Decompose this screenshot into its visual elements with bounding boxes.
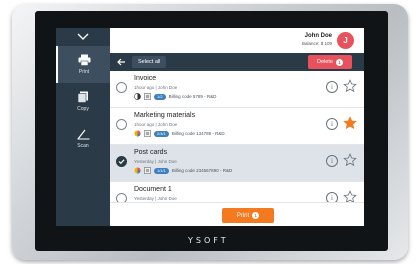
user-bar: John Doe Balance: $ 109 J	[110, 28, 364, 53]
color-icon	[134, 167, 141, 174]
avatar[interactable]: J	[337, 32, 354, 49]
sidebar-item-label: Copy	[77, 106, 89, 112]
document-title: Document 1	[134, 186, 172, 193]
star-outline-icon[interactable]	[343, 79, 357, 93]
duplex-icon	[144, 130, 151, 137]
sidebar: Print Copy Scan	[56, 28, 110, 226]
arrow-left-icon	[116, 58, 125, 66]
star-outline-icon[interactable]	[343, 153, 357, 167]
user-name: John Doe	[304, 33, 332, 39]
billing-code: Billing code 134789 - R&D	[171, 131, 225, 136]
info-button[interactable]: i	[326, 81, 338, 93]
sidebar-item-label: Print	[78, 69, 90, 75]
delete-button[interactable]: Delete 1	[308, 55, 352, 69]
duplex-icon	[144, 167, 151, 174]
document-options: 1/1/1 Billing code 234567890 - R&D	[134, 167, 232, 174]
info-button[interactable]: i	[326, 155, 338, 167]
terminal-screen: Print Copy Scan John Doe Balance: $ 109 …	[56, 28, 364, 226]
document-meta: 1hour ago | John Doe	[134, 122, 178, 127]
list-item[interactable]: Invoice 1hour ago | John Doe 1/2 Billing…	[110, 71, 364, 108]
brand-logo: YSOFT	[188, 236, 229, 245]
toolbar: Select all Delete 1	[110, 53, 364, 71]
document-title: Post cards	[134, 149, 168, 156]
print-count-badge: 1	[252, 212, 260, 219]
info-button[interactable]: i	[326, 118, 338, 130]
sidebar-item-print[interactable]: Print	[56, 46, 110, 83]
bw-color-icon	[134, 93, 141, 100]
chevron-down-icon	[77, 33, 89, 40]
document-options: 1/2 Billing code 5789 - R&D	[134, 93, 216, 100]
pages-pill: 1/1/1	[154, 167, 169, 174]
document-options: 2/4/1 Billing code 134789 - R&D	[134, 130, 225, 137]
document-meta: 1hour ago | John Doe	[134, 85, 178, 90]
scan-icon	[76, 128, 90, 140]
list-item[interactable]: Marketing materials 1hour ago | John Doe…	[110, 108, 364, 145]
delete-count-badge: 1	[335, 58, 343, 66]
select-radio[interactable]	[116, 119, 127, 130]
print-button[interactable]: Print 1	[222, 208, 274, 223]
document-meta: Yesterday | John Doe	[134, 159, 177, 164]
sidebar-item-copy[interactable]: Copy	[56, 83, 110, 120]
collapse-toggle[interactable]	[56, 28, 110, 46]
copy-icon	[76, 91, 90, 103]
main-panel: John Doe Balance: $ 109 J Select all Del…	[110, 28, 364, 226]
footer-bar: Print 1	[110, 202, 364, 226]
pages-pill: 1/2	[154, 93, 166, 100]
user-balance: Balance: $ 109	[301, 41, 332, 46]
document-meta: Yesterday | John Doe	[134, 196, 177, 201]
color-icon	[134, 130, 141, 137]
back-button[interactable]	[114, 56, 128, 68]
select-radio[interactable]	[116, 82, 127, 93]
select-radio-checked[interactable]	[116, 156, 127, 167]
printer-icon	[77, 54, 91, 66]
document-title: Marketing materials	[134, 112, 196, 119]
sidebar-item-scan[interactable]: Scan	[56, 120, 110, 157]
billing-code: Billing code 234567890 - R&D	[171, 168, 233, 173]
check-icon	[118, 159, 125, 165]
document-title: Invoice	[134, 75, 157, 82]
sidebar-item-label: Scan	[77, 143, 89, 149]
pages-pill: 2/4/1	[154, 130, 169, 137]
star-filled-icon[interactable]	[343, 116, 357, 130]
billing-code: Billing code 5789 - R&D	[168, 94, 217, 99]
duplex-icon	[144, 93, 151, 100]
delete-label: Delete	[317, 59, 333, 65]
print-label: Print	[236, 212, 250, 219]
list-item[interactable]: Post cards Yesterday | John Doe 1/1/1 Bi…	[110, 145, 364, 182]
select-all-button[interactable]: Select all	[132, 56, 167, 68]
